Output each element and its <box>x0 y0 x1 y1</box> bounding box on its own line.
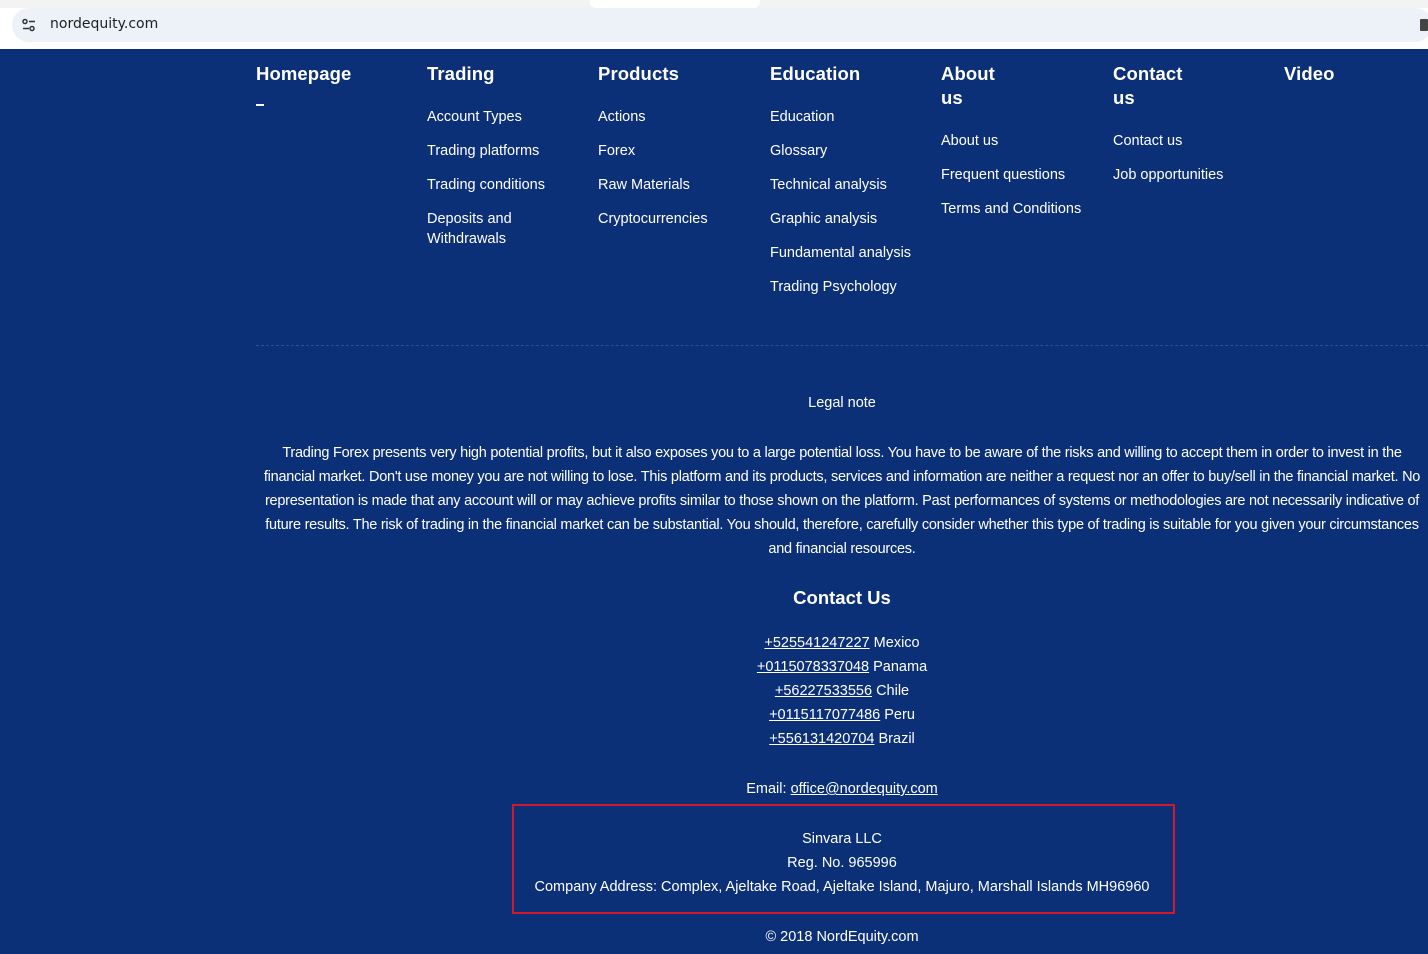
phone-list: +525541247227 Mexico +0115078337048 Pana… <box>256 631 1428 751</box>
url-text[interactable]: nordequity.com <box>50 16 158 32</box>
company-name: Sinvara LLC <box>802 831 882 847</box>
phone-link[interactable]: +0115117077486 <box>769 707 880 723</box>
tab-strip <box>0 0 1428 8</box>
nav-column-homepage: Homepage <box>256 62 351 106</box>
nav-column-video: Video <box>1284 62 1335 86</box>
phone-row: +56227533556 Chile <box>256 679 1428 703</box>
phone-row: +556131420704 Brazil <box>256 727 1428 751</box>
phone-link[interactable]: +525541247227 <box>764 635 869 651</box>
nav-link-job-opportunities[interactable]: Job opportunities <box>1113 165 1223 185</box>
nav-underline <box>256 104 264 106</box>
phone-country: Panama <box>873 659 928 675</box>
company-reg-number: Reg. No. 965996 <box>787 855 897 871</box>
nav-link-raw-materials[interactable]: Raw Materials <box>598 175 708 195</box>
nav-list-about: About us Frequent questions Terms and Co… <box>941 131 1081 219</box>
phone-link[interactable]: +556131420704 <box>769 731 874 747</box>
nav-link-trading-conditions[interactable]: Trading conditions <box>427 175 545 195</box>
nav-column-products: Products Actions Forex Raw Materials Cry… <box>598 62 708 243</box>
nav-link-frequent-questions[interactable]: Frequent questions <box>941 165 1081 185</box>
phone-row: +0115117077486 Peru <box>256 703 1428 727</box>
phone-country: Brazil <box>878 731 915 747</box>
nav-heading-education[interactable]: Education <box>770 62 911 86</box>
nav-link-deposits-withdrawals[interactable]: Deposits and Withdrawals <box>427 209 537 249</box>
nav-heading-trading[interactable]: Trading <box>427 62 545 86</box>
active-tab[interactable] <box>590 0 760 8</box>
nav-column-contact: Contact us Contact us Job opportunities <box>1113 62 1223 199</box>
legal-note-text: Trading Forex presents very high potenti… <box>263 445 1421 557</box>
extension-icon[interactable] <box>1420 19 1428 31</box>
nav-link-actions[interactable]: Actions <box>598 107 708 127</box>
email-line: Email: office@nordequity.com <box>256 777 1428 801</box>
nav-column-education: Education Education Glossary Technical a… <box>770 62 911 311</box>
nav-heading-homepage[interactable]: Homepage <box>256 62 351 86</box>
company-address: Company Address: Complex, Ajeltake Road,… <box>534 879 1150 895</box>
nav-link-contact-us[interactable]: Contact us <box>1113 131 1223 151</box>
nav-link-fundamental-analysis[interactable]: Fundamental analysis <box>770 243 911 263</box>
nav-link-about-us[interactable]: About us <box>941 131 1081 151</box>
nav-link-trading-psychology[interactable]: Trading Psychology <box>770 277 911 297</box>
nav-link-forex[interactable]: Forex <box>598 141 708 161</box>
nav-link-glossary[interactable]: Glossary <box>770 141 911 161</box>
phone-country: Peru <box>884 707 915 723</box>
address-bar[interactable]: nordequity.com <box>12 8 1428 42</box>
nav-column-about: About us About us Frequent questions Ter… <box>941 62 1081 233</box>
phone-row: +0115078337048 Panama <box>256 655 1428 679</box>
nav-heading-video[interactable]: Video <box>1284 62 1335 86</box>
footer-divider <box>256 345 1428 346</box>
nav-heading-contact[interactable]: Contact us <box>1113 62 1183 110</box>
nav-link-technical-analysis[interactable]: Technical analysis <box>770 175 911 195</box>
company-info: Sinvara LLC Reg. No. 965996 Company Addr… <box>256 827 1428 899</box>
nav-link-terms-conditions[interactable]: Terms and Conditions <box>941 199 1081 219</box>
phone-link[interactable]: +0115078337048 <box>757 659 869 675</box>
nav-heading-products[interactable]: Products <box>598 62 708 86</box>
nav-column-trading: Trading Account Types Trading platforms … <box>427 62 545 263</box>
nav-list-education: Education Glossary Technical analysis Gr… <box>770 107 911 297</box>
email-link[interactable]: office@nordequity.com <box>791 781 938 797</box>
phone-country: Chile <box>876 683 910 699</box>
email-label: Email: <box>746 781 787 797</box>
nav-heading-about[interactable]: About us <box>941 62 1011 110</box>
tune-icon[interactable] <box>21 17 37 33</box>
contact-us-heading: Contact Us <box>793 587 891 608</box>
nav-link-account-types[interactable]: Account Types <box>427 107 545 127</box>
legal-note-title: Legal note <box>808 395 876 411</box>
nav-link-graphic-analysis[interactable]: Graphic analysis <box>770 209 911 229</box>
nav-link-cryptocurrencies[interactable]: Cryptocurrencies <box>598 209 708 229</box>
nav-list-trading: Account Types Trading platforms Trading … <box>427 107 545 249</box>
phone-row: +525541247227 Mexico <box>256 631 1428 655</box>
phone-link[interactable]: +56227533556 <box>775 683 872 699</box>
nav-link-trading-platforms[interactable]: Trading platforms <box>427 141 545 161</box>
nav-link-education[interactable]: Education <box>770 107 911 127</box>
nav-list-products: Actions Forex Raw Materials Cryptocurren… <box>598 107 708 229</box>
phone-country: Mexico <box>873 635 920 651</box>
nav-list-contact: Contact us Job opportunities <box>1113 131 1223 185</box>
copyright: © 2018 NordEquity.com <box>765 929 919 945</box>
browser-toolbar: nordequity.com <box>0 0 1428 49</box>
